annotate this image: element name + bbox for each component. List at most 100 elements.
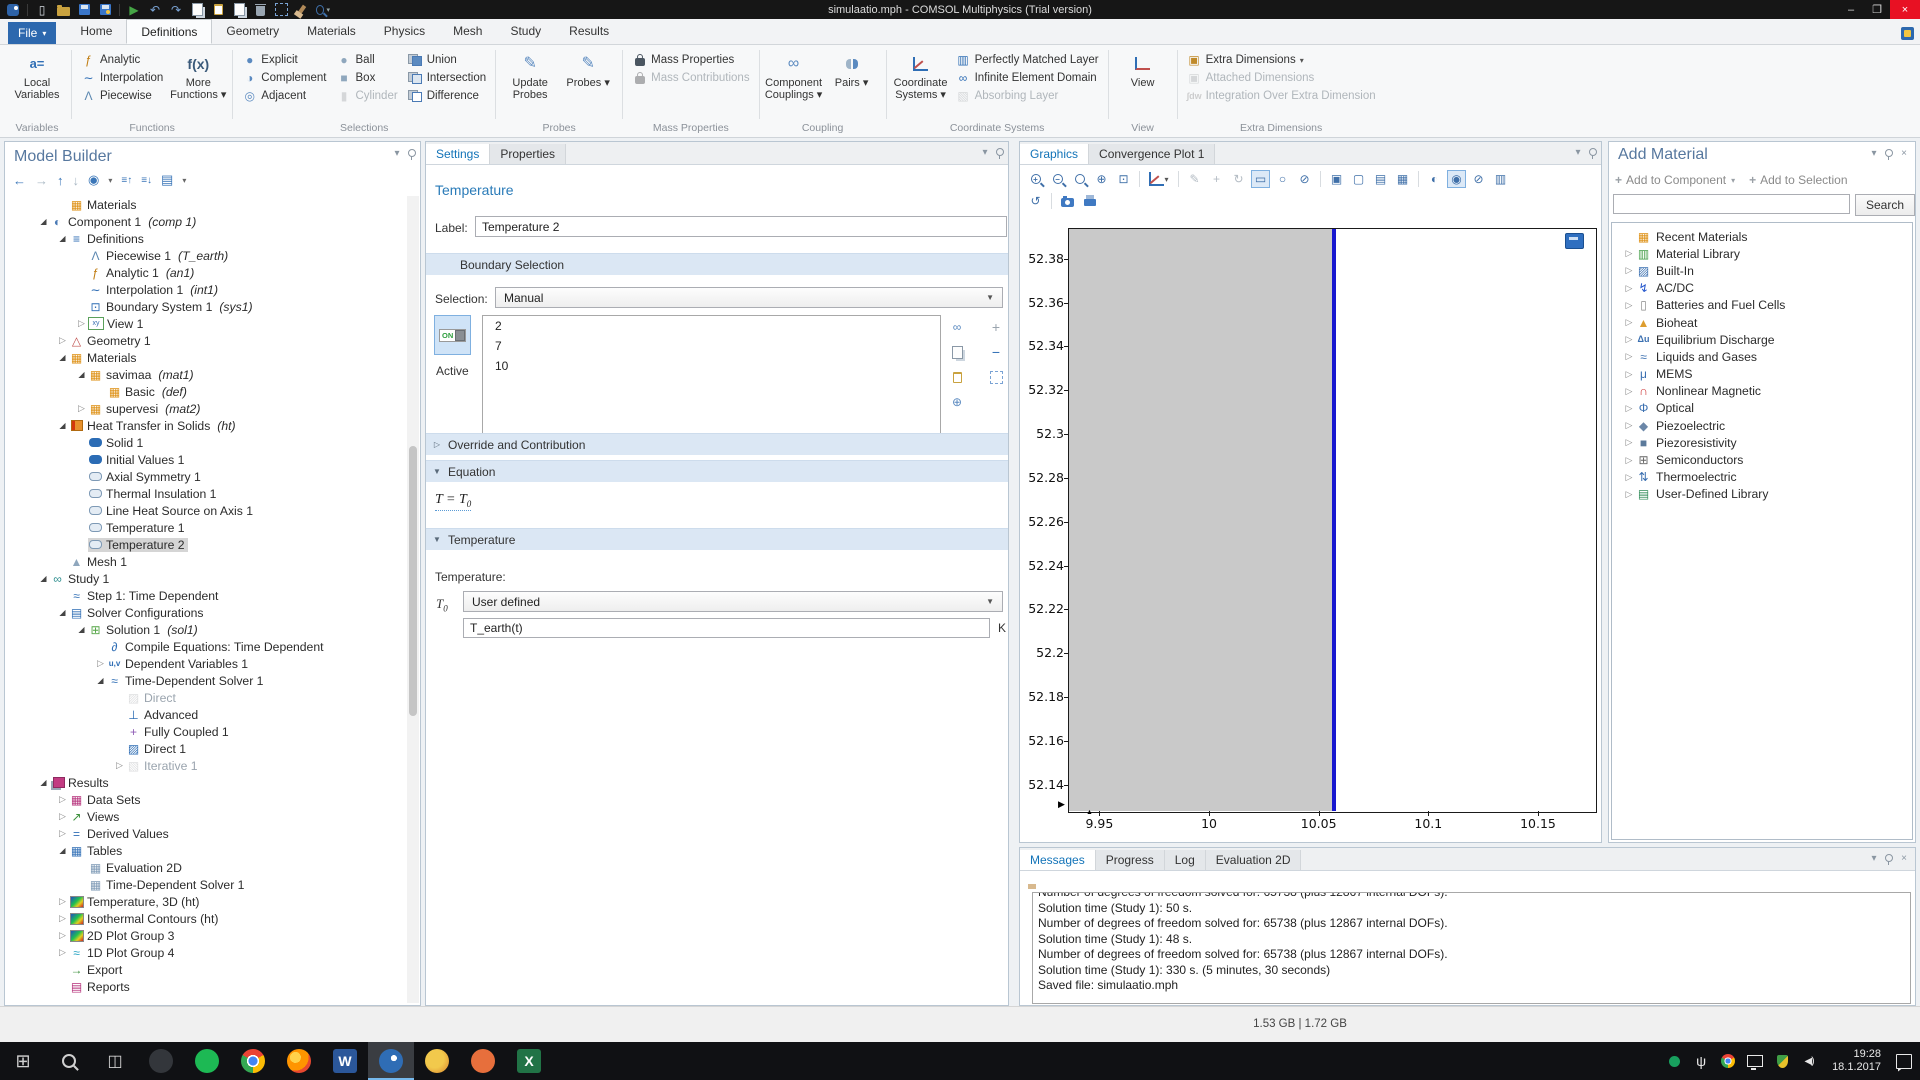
tab-home[interactable]: Home bbox=[66, 19, 126, 44]
material-search-button[interactable]: Search bbox=[1855, 194, 1915, 216]
tree-item[interactable]: Temperature 2 bbox=[5, 536, 406, 553]
defender-icon[interactable] bbox=[1774, 1053, 1790, 1069]
tab-progress[interactable]: Progress bbox=[1096, 850, 1165, 870]
tab-convergence-plot-1[interactable]: Convergence Plot 1 bbox=[1089, 144, 1215, 164]
tree-item[interactable]: ▷Temperature, 3D (ht) bbox=[5, 893, 406, 910]
panel-menu-icon[interactable]: ▾ bbox=[1867, 146, 1881, 160]
material-category[interactable]: ▷▨Built-In bbox=[1612, 262, 1912, 279]
move-icon[interactable]: + bbox=[1207, 170, 1226, 188]
select-domains-icon[interactable]: ▣ bbox=[1327, 170, 1346, 188]
zoom-to-selection-icon[interactable]: ⊡ bbox=[1114, 170, 1133, 188]
pin-icon[interactable] bbox=[1885, 854, 1893, 862]
material-category[interactable]: ▷■Piezoresistivity bbox=[1612, 434, 1912, 451]
label-input[interactable]: Temperature 2 bbox=[475, 216, 1007, 237]
snapshot-icon[interactable] bbox=[1058, 192, 1077, 210]
open-icon[interactable] bbox=[56, 3, 70, 17]
integration-over-extra-dimension-button[interactable]: ∫dwIntegration Over Extra Dimension bbox=[1183, 87, 1380, 105]
usb-icon[interactable]: ψ bbox=[1693, 1053, 1709, 1069]
attached-dimensions-button[interactable]: ▣Attached Dimensions bbox=[1183, 69, 1380, 87]
tab-materials[interactable]: Materials bbox=[293, 19, 370, 44]
edit-icon[interactable]: ✎ bbox=[1185, 170, 1204, 188]
tree-item[interactable]: ▷Isothermal Contours (ht) bbox=[5, 910, 406, 927]
expander-closed-icon[interactable]: ▷ bbox=[1622, 369, 1636, 380]
tab-graphics[interactable]: Graphics bbox=[1020, 144, 1089, 164]
tree-item[interactable]: ▨Direct 1 bbox=[5, 740, 406, 757]
tree-item[interactable]: ▷△Geometry 1 bbox=[5, 332, 406, 349]
boundary-selection-list[interactable]: 2710 bbox=[482, 315, 941, 452]
material-category[interactable]: ▦Recent Materials bbox=[1612, 228, 1912, 245]
expander-closed-icon[interactable]: ▷ bbox=[56, 913, 69, 924]
material-category[interactable]: ▷▯Batteries and Fuel Cells bbox=[1612, 297, 1912, 314]
copy-icon[interactable] bbox=[190, 3, 204, 17]
print-icon[interactable] bbox=[1080, 192, 1099, 210]
zoom-box-icon[interactable] bbox=[1070, 170, 1089, 188]
forward-icon[interactable]: → bbox=[35, 173, 48, 188]
tree-item[interactable]: ƒAnalytic 1(an1) bbox=[5, 264, 406, 281]
tree-item[interactable]: ▷xyView 1 bbox=[5, 315, 406, 332]
paste-selection-icon[interactable] bbox=[949, 369, 965, 385]
close-panel-icon[interactable]: × bbox=[1897, 146, 1911, 160]
tree-item[interactable]: ▦Evaluation 2D bbox=[5, 859, 406, 876]
expander-closed-icon[interactable]: ▷ bbox=[1622, 334, 1636, 345]
ball-button[interactable]: ●Ball bbox=[333, 51, 402, 69]
complement-button[interactable]: ◑Complement bbox=[238, 69, 330, 87]
expander-open-icon[interactable]: ◢ bbox=[75, 370, 88, 379]
tree-item[interactable]: ◢≈Time-Dependent Solver 1 bbox=[5, 672, 406, 689]
cylinder-button[interactable]: ▮Cylinder bbox=[333, 87, 402, 105]
taskbar-app-comsol[interactable] bbox=[368, 1042, 414, 1080]
select-edges-icon[interactable]: ▤ bbox=[1371, 170, 1390, 188]
tree-item[interactable]: ⊡Boundary System 1(sys1) bbox=[5, 298, 406, 315]
new-icon[interactable]: ▯ bbox=[35, 3, 49, 17]
copy-selection-icon[interactable] bbox=[949, 344, 965, 360]
lasso-icon[interactable]: ○ bbox=[1273, 170, 1292, 188]
tree-scrollbar[interactable] bbox=[407, 196, 419, 1003]
pin-icon[interactable] bbox=[408, 149, 416, 157]
expander-closed-icon[interactable]: ▷ bbox=[1622, 317, 1636, 328]
expander-closed-icon[interactable]: ▷ bbox=[1622, 489, 1636, 500]
material-category[interactable]: ▷⊞Semiconductors bbox=[1612, 451, 1912, 468]
maximize-button[interactable]: ❐ bbox=[1864, 0, 1890, 19]
expander-closed-icon[interactable]: ▷ bbox=[56, 794, 69, 805]
tree-item[interactable]: ◢Results bbox=[5, 774, 406, 791]
boundary-list-item[interactable]: 10 bbox=[483, 356, 940, 376]
piecewise-button[interactable]: ΛPiecewise bbox=[77, 87, 167, 105]
material-category[interactable]: ▷≈Liquids and Gases bbox=[1612, 348, 1912, 365]
expander-open-icon[interactable]: ◢ bbox=[75, 625, 88, 634]
expander-closed-icon[interactable]: ▷ bbox=[56, 930, 69, 941]
tree-item[interactable]: +Fully Coupled 1 bbox=[5, 723, 406, 740]
mass-properties-button[interactable]: Mass Properties bbox=[628, 51, 753, 69]
tab-messages[interactable]: Messages bbox=[1020, 850, 1096, 870]
panel-menu-icon[interactable]: ▾ bbox=[390, 146, 404, 160]
temperature-section-header[interactable]: ▼Temperature bbox=[426, 528, 1008, 550]
duplicate-icon[interactable] bbox=[232, 3, 246, 17]
action-center-icon[interactable] bbox=[1896, 1053, 1912, 1069]
more-functions-button[interactable]: f(x)MoreFunctions ▾ bbox=[169, 48, 227, 101]
rotate-icon[interactable]: ↻ bbox=[1229, 170, 1248, 188]
taskbar-app-app-dark[interactable] bbox=[138, 1042, 184, 1080]
show-caret-icon[interactable]: ▾ bbox=[108, 176, 112, 185]
zoom-out-icon[interactable]: − bbox=[1048, 170, 1067, 188]
tree-item[interactable]: ▷▧Iterative 1 bbox=[5, 757, 406, 774]
tree-item[interactable]: Temperature 1 bbox=[5, 519, 406, 536]
expander-closed-icon[interactable]: ▷ bbox=[56, 811, 69, 822]
tree-item[interactable]: ▷▦Data Sets bbox=[5, 791, 406, 808]
material-category[interactable]: ▷μMEMS bbox=[1612, 366, 1912, 383]
intersection-button[interactable]: Intersection bbox=[404, 69, 490, 87]
taskbar-app-excel[interactable]: X bbox=[506, 1042, 552, 1080]
expander-closed-icon[interactable]: ▷ bbox=[75, 403, 88, 414]
active-toggle[interactable]: ON bbox=[434, 315, 471, 355]
expander-open-icon[interactable]: ◢ bbox=[56, 421, 69, 430]
move-down-icon[interactable]: ↓ bbox=[73, 173, 80, 188]
tab-evaluation-2d[interactable]: Evaluation 2D bbox=[1206, 850, 1302, 870]
taskbar-clock[interactable]: 19:28 18.1.2017 bbox=[1828, 1048, 1885, 1074]
expander-closed-icon[interactable]: ▷ bbox=[1622, 455, 1636, 466]
tree-item[interactable]: Thermal Insulation 1 bbox=[5, 485, 406, 502]
pin-icon[interactable] bbox=[996, 148, 1004, 156]
tree-item[interactable]: ▷▦supervesi(mat2) bbox=[5, 400, 406, 417]
expander-open-icon[interactable]: ◢ bbox=[56, 846, 69, 855]
expander-closed-icon[interactable]: ▷ bbox=[56, 828, 69, 839]
expander-closed-icon[interactable]: ▷ bbox=[1622, 248, 1636, 259]
tree-item[interactable]: ▦Basic(def) bbox=[5, 383, 406, 400]
union-button[interactable]: Union bbox=[404, 51, 490, 69]
material-category[interactable]: ▷◆Piezoelectric bbox=[1612, 417, 1912, 434]
